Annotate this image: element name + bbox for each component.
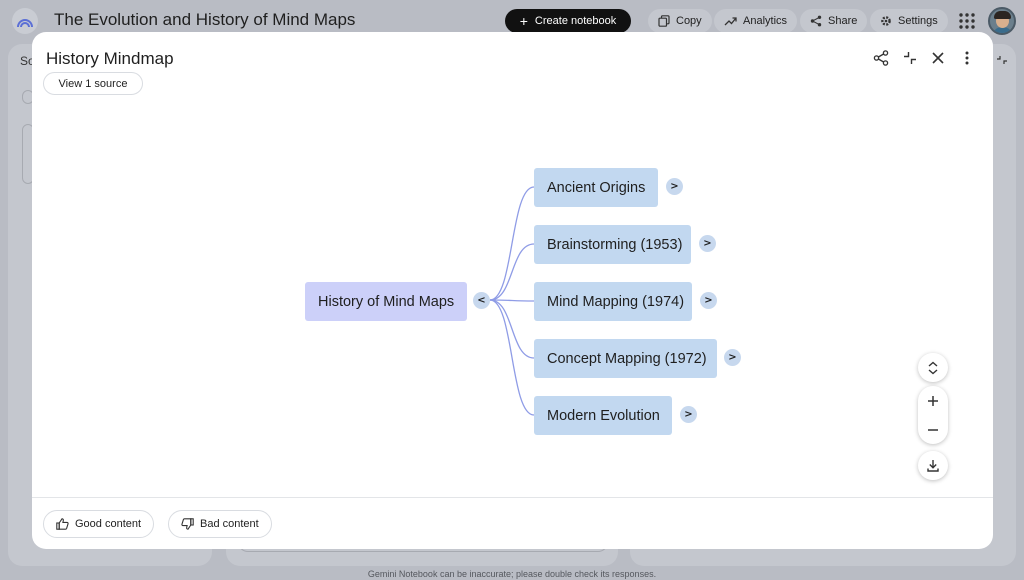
copy-label: Copy bbox=[676, 15, 702, 27]
download-icon bbox=[927, 460, 939, 472]
expand-toggle-concept-mapping[interactable]: > bbox=[724, 349, 741, 366]
mindmap-connectors bbox=[489, 186, 535, 416]
plus-icon bbox=[928, 395, 938, 406]
collapse-panel-icon[interactable] bbox=[996, 54, 1008, 66]
minus-icon bbox=[928, 428, 938, 431]
mindmap-root-node[interactable]: History of Mind Maps bbox=[305, 282, 467, 321]
apps-grid-icon[interactable] bbox=[958, 12, 976, 30]
bad-content-label: Bad content bbox=[200, 518, 259, 530]
disclaimer-text: Gemini Notebook can be inaccurate; pleas… bbox=[367, 569, 657, 579]
create-notebook-label: Create notebook bbox=[534, 15, 617, 27]
connector-brainstorming bbox=[489, 243, 535, 301]
mindmap-canvas[interactable]: History of Mind Maps < Ancient Origins >… bbox=[32, 32, 993, 497]
unfold-more-icon bbox=[928, 361, 938, 374]
plus-icon: + bbox=[519, 13, 528, 29]
expand-toggle-brainstorming[interactable]: > bbox=[699, 235, 716, 252]
settings-label: Settings bbox=[898, 15, 938, 27]
copy-button[interactable]: Copy bbox=[648, 9, 712, 33]
copy-icon bbox=[658, 15, 670, 27]
notebook-logo-icon bbox=[17, 19, 33, 28]
zoom-in-button[interactable] bbox=[918, 386, 948, 415]
settings-button[interactable]: Settings bbox=[870, 9, 948, 33]
good-content-label: Good content bbox=[75, 518, 142, 530]
notebook-title: The Evolution and History of Mind Maps bbox=[54, 10, 356, 29]
mindmap-node-brainstorming[interactable]: Brainstorming (1953) bbox=[534, 225, 691, 264]
mindmap-node-mind-mapping[interactable]: Mind Mapping (1974) bbox=[534, 282, 692, 321]
root-node-label: History of Mind Maps bbox=[318, 293, 455, 310]
trending-up-icon bbox=[724, 17, 737, 26]
thumbs-up-icon bbox=[56, 518, 69, 530]
node-label: Ancient Origins bbox=[547, 179, 646, 196]
expand-toggle-modern-evolution[interactable]: > bbox=[680, 406, 697, 423]
zoom-controls bbox=[918, 386, 948, 444]
expand-toggle-ancient-origins[interactable]: > bbox=[666, 178, 683, 195]
bad-content-button[interactable]: Bad content bbox=[168, 510, 272, 538]
connector-ancient-origins bbox=[489, 186, 535, 301]
create-notebook-button[interactable]: + Create notebook bbox=[505, 9, 631, 33]
dialog-footer-divider bbox=[32, 497, 993, 498]
share-icon bbox=[810, 15, 822, 27]
node-label: Mind Mapping (1974) bbox=[547, 293, 685, 310]
thumbs-down-icon bbox=[181, 518, 194, 530]
expand-toggle-mind-mapping[interactable]: > bbox=[700, 292, 717, 309]
share-button[interactable]: Share bbox=[800, 9, 868, 33]
node-label: Brainstorming (1953) bbox=[547, 236, 683, 253]
analytics-label: Analytics bbox=[743, 15, 788, 27]
download-mindmap-button[interactable] bbox=[918, 451, 948, 480]
mindmap-dialog: History Mindmap View 1 source History of… bbox=[32, 32, 993, 549]
connector-mind-mapping bbox=[489, 299, 535, 302]
gear-icon bbox=[881, 16, 891, 26]
avatar[interactable] bbox=[988, 7, 1016, 35]
mindmap-node-modern-evolution[interactable]: Modern Evolution bbox=[534, 396, 672, 435]
connector-modern-evolution bbox=[489, 299, 535, 416]
mindmap-node-concept-mapping[interactable]: Concept Mapping (1972) bbox=[534, 339, 717, 378]
app-logo[interactable] bbox=[12, 8, 38, 34]
good-content-button[interactable]: Good content bbox=[43, 510, 155, 538]
analytics-button[interactable]: Analytics bbox=[714, 9, 798, 33]
expand-collapse-all-button[interactable] bbox=[918, 353, 948, 382]
share-label: Share bbox=[828, 15, 858, 27]
connector-concept-mapping bbox=[489, 299, 535, 359]
node-label: Concept Mapping (1972) bbox=[547, 350, 707, 367]
collapse-root-toggle[interactable]: < bbox=[473, 292, 490, 309]
zoom-out-button[interactable] bbox=[918, 415, 948, 444]
node-label: Modern Evolution bbox=[547, 407, 660, 424]
mindmap-node-ancient-origins[interactable]: Ancient Origins bbox=[534, 168, 658, 207]
